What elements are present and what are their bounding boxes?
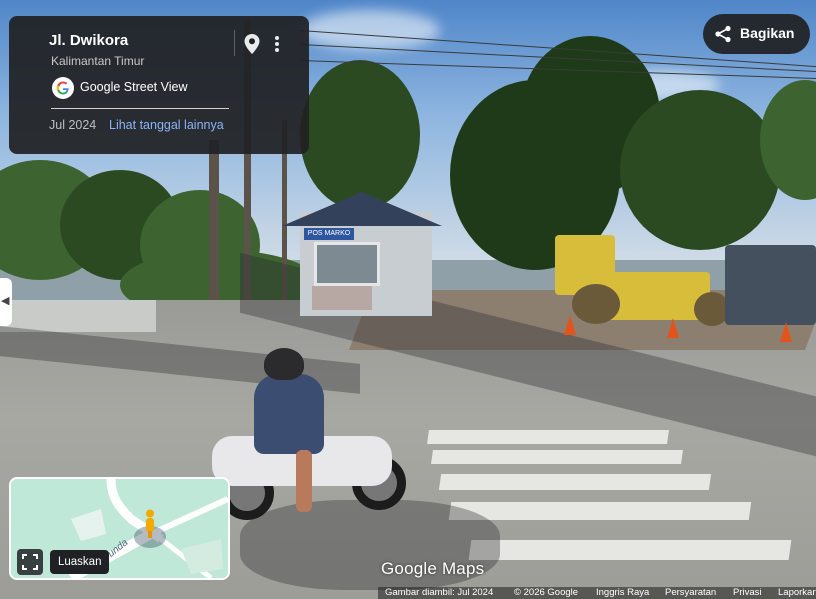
chevron-left-icon: ◀ xyxy=(1,295,10,307)
crosswalk-stripe xyxy=(448,502,752,520)
collapse-panel-toggle[interactable]: ◀ xyxy=(0,278,12,326)
minimap[interactable]: unda Luaskan xyxy=(9,477,230,580)
copyright: © 2026 Google xyxy=(514,587,579,598)
privacy-link[interactable]: Privasi xyxy=(733,587,762,599)
location-info-card: Jl. Dwikora Kalimantan Timur Google Stre… xyxy=(9,16,309,154)
minimap-roads xyxy=(11,479,228,578)
booth-graffiti-panel xyxy=(312,286,372,310)
share-button[interactable]: Bagikan xyxy=(703,14,810,54)
traffic-cone xyxy=(667,318,679,338)
pegman-icon xyxy=(146,509,154,538)
report-link[interactable]: Laporkan xyxy=(778,587,816,599)
google-maps-watermark: Google Maps xyxy=(381,559,485,578)
location-pin-button[interactable] xyxy=(241,32,263,56)
tree xyxy=(620,90,780,250)
crosswalk-stripe xyxy=(438,474,712,490)
roller-drum xyxy=(572,284,620,324)
traffic-cone xyxy=(780,322,792,342)
street-name: Jl. Dwikora xyxy=(49,32,129,49)
more-vert-icon xyxy=(275,36,279,52)
street-view-source-label: Google Street View xyxy=(80,80,188,94)
more-options-button[interactable] xyxy=(269,32,285,56)
google-logo-icon xyxy=(52,77,74,99)
country-link[interactable]: Inggris Raya xyxy=(596,587,649,599)
divider xyxy=(234,30,235,56)
share-icon xyxy=(715,25,731,43)
cloud xyxy=(300,10,440,50)
see-more-dates-link[interactable]: Lihat tanggal lainnya xyxy=(109,118,224,132)
parked-machinery xyxy=(725,245,816,325)
expand-tooltip: Luaskan xyxy=(50,550,110,574)
roadside-wall xyxy=(0,300,156,332)
booth-roof xyxy=(282,192,442,226)
region-name: Kalimantan Timur xyxy=(51,54,145,68)
terms-link[interactable]: Persyaratan xyxy=(665,587,716,599)
crosswalk-stripe xyxy=(427,430,669,444)
crosswalk-stripe xyxy=(468,540,792,560)
map-pin-icon xyxy=(244,34,260,54)
crosswalk-stripe xyxy=(431,450,683,464)
expand-minimap-button[interactable] xyxy=(17,549,43,575)
traffic-cone xyxy=(564,315,576,335)
capture-date: Jul 2024 xyxy=(49,118,97,132)
rider-helmet xyxy=(264,348,304,380)
tree xyxy=(300,60,420,210)
rider-leg xyxy=(296,450,312,512)
booth-sign: POS MARKO xyxy=(304,228,354,240)
share-label: Bagikan xyxy=(740,25,795,41)
capture-info: Gambar diambil: Jul 2024 xyxy=(385,587,494,598)
fullscreen-icon xyxy=(22,554,38,570)
booth-window xyxy=(314,242,380,286)
utility-pole xyxy=(209,140,219,310)
attribution-footer: Gambar diambil: Jul 2024 © 2026 Google I… xyxy=(378,587,816,599)
divider xyxy=(51,108,229,109)
rider xyxy=(254,374,324,454)
